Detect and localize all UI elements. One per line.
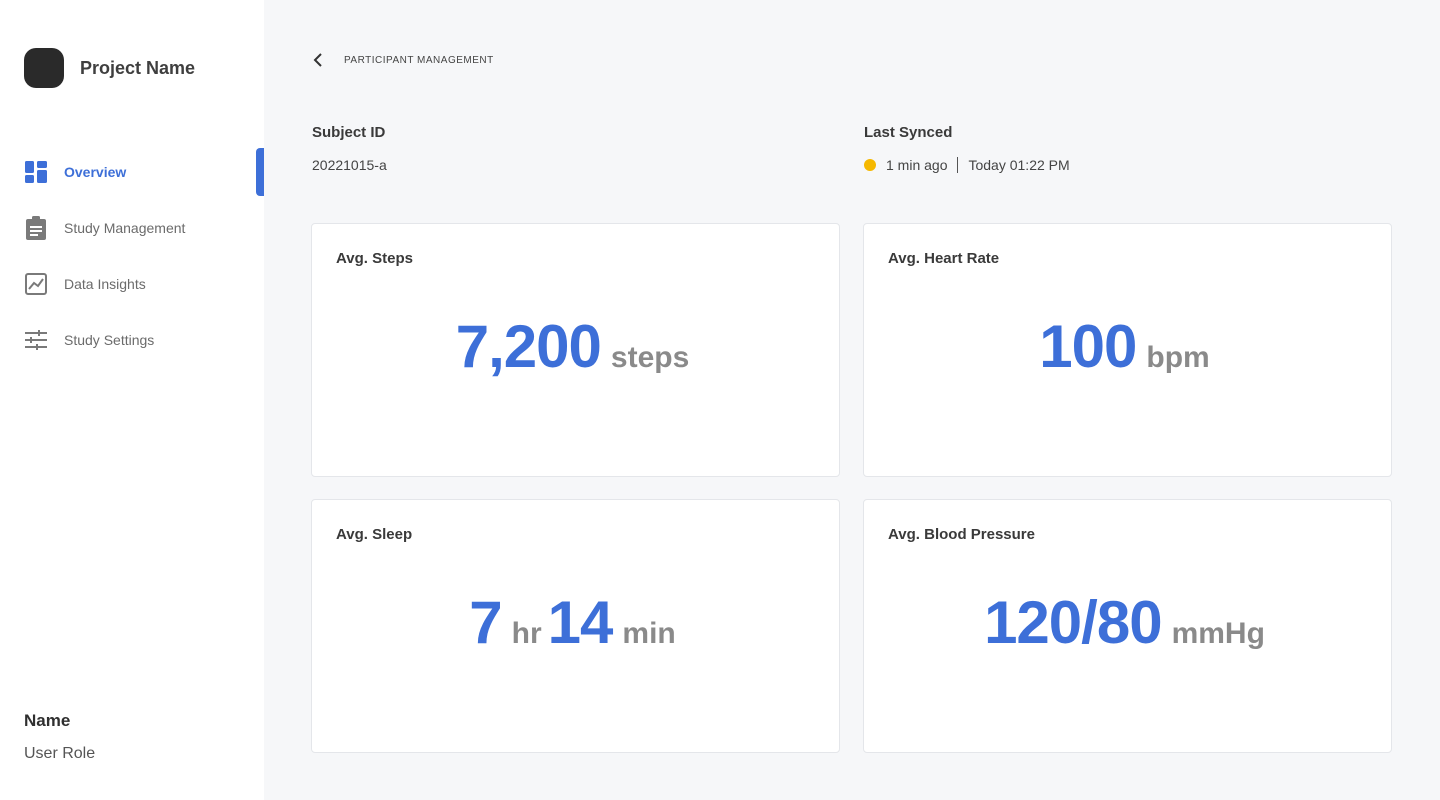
project-header[interactable]: Project Name [24,48,195,88]
avg-steps-card: Avg. Steps 7,200 steps [311,223,840,477]
main-content: PARTICIPANT MANAGEMENT Subject ID 202210… [264,0,1440,800]
subject-id-title: Subject ID [312,124,386,141]
card-value: 7 hr 14 min [312,588,839,657]
subject-id-value: 20221015-a [312,157,387,173]
chevron-left-icon[interactable] [312,50,336,70]
breadcrumb[interactable]: PARTICIPANT MANAGEMENT [312,50,494,70]
sidebar-item-label: Data Insights [64,276,146,292]
clipboard-icon [24,216,48,240]
dashboard-icon [24,160,48,184]
last-synced-value: 1 min ago Today 01:22 PM [864,157,1070,173]
sidebar-item-data-insights[interactable]: Data Insights [0,260,264,308]
last-synced-title: Last Synced [864,124,953,141]
sidebar-nav: Overview Study Management Data Insights … [0,148,264,372]
metric-value: 100 [1039,313,1137,380]
metric-value: 120/80 [984,589,1163,656]
subject-info: Subject ID 20221015-a [312,124,387,173]
sidebar-item-study-settings[interactable]: Study Settings [0,316,264,364]
avg-sleep-card: Avg. Sleep 7 hr 14 min [311,499,840,753]
metric-hours: 7 [469,589,502,656]
metric-hours-unit: hr [511,617,542,650]
avg-blood-pressure-card: Avg. Blood Pressure 120/80 mmHg [863,499,1392,753]
sidebar-item-study-management[interactable]: Study Management [0,204,264,252]
metric-unit: bpm [1146,341,1210,374]
project-logo [24,48,64,88]
user-profile[interactable]: Name User Role [24,711,95,763]
card-value: 7,200 steps [312,312,839,381]
sidebar-item-label: Study Management [64,220,186,236]
card-title: Avg. Blood Pressure [888,526,1035,543]
user-role: User Role [24,745,96,762]
sync-ago: 1 min ago [886,157,948,173]
sync-info: Last Synced 1 min ago Today 01:22 PM [864,124,1070,173]
user-name: Name [24,711,71,730]
sidebar: Project Name Overview Study Management D… [0,0,264,800]
metric-unit: steps [610,341,690,374]
card-value: 120/80 mmHg [864,588,1391,657]
sidebar-item-label: Study Settings [64,332,155,348]
card-value: 100 bpm [864,312,1391,381]
card-title: Avg. Sleep [336,526,413,543]
card-title: Avg. Steps [336,250,413,267]
chart-icon [24,272,48,296]
sync-time: Today 01:22 PM [968,157,1070,173]
project-name: Project Name [80,57,196,78]
metric-unit: mmHg [1171,617,1265,650]
sidebar-item-label: Overview [64,164,127,180]
avg-heart-rate-card: Avg. Heart Rate 100 bpm [863,223,1392,477]
divider [957,157,959,173]
metric-value: 7,200 [455,313,602,380]
sliders-icon [24,328,48,352]
metric-minutes: 14 [547,589,614,656]
sync-status-dot [864,159,876,171]
card-title: Avg. Heart Rate [888,250,1000,267]
sidebar-item-overview[interactable]: Overview [0,148,264,196]
breadcrumb-label[interactable]: PARTICIPANT MANAGEMENT [344,55,494,66]
metric-minutes-unit: min [622,617,676,650]
